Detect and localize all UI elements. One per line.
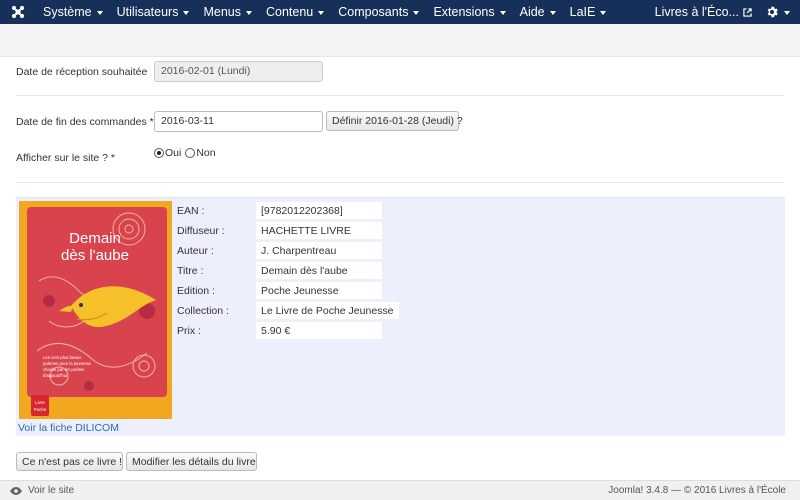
show-on-site-radio-group: Oui Non [154, 147, 216, 159]
caret-down-icon [318, 10, 325, 15]
radio-no-label: Non [196, 147, 216, 159]
menu-extensions[interactable]: Extensions [426, 0, 512, 24]
reception-date-label: Date de réception souhaitée [16, 66, 148, 78]
book-cover-image: Demain dès l'aube Les cent plus beaux po… [19, 201, 172, 419]
caret-down-icon [413, 10, 420, 15]
cover-title-line1: Demain [69, 230, 121, 247]
menu-menus[interactable]: Menus [196, 0, 259, 24]
joomla-logo-icon[interactable] [0, 0, 36, 24]
divider [16, 182, 784, 183]
caret-down-icon [246, 10, 252, 15]
info-row-ean: EAN : [9782012202368] [177, 202, 382, 219]
info-row-collection: Collection : Le Livre de Poche Jeunesse [177, 302, 399, 319]
eye-icon [10, 486, 22, 495]
caret-down-icon [183, 10, 190, 15]
main-menu: Système Utilisateurs Menus Contenu Compo… [36, 0, 613, 24]
menu-laie[interactable]: LaIE [563, 0, 614, 24]
site-link[interactable]: Livres à l'Éco... [649, 5, 758, 19]
end-date-input[interactable]: 2016-03-11 [154, 111, 323, 132]
info-row-edition: Edition : Poche Jeunesse [177, 282, 382, 299]
subheader-bar [0, 24, 800, 57]
caret-down-icon [600, 10, 607, 15]
settings-menu[interactable] [758, 6, 800, 18]
cover-blurb-1: Les cent plus beaux [43, 355, 82, 360]
not-this-book-button[interactable]: Ce n'est pas ce livre ! [16, 452, 123, 471]
menu-utilisateurs[interactable]: Utilisateurs [110, 0, 197, 24]
status-footer: Voir le site Joomla! 3.4.8 — © 2016 Livr… [0, 480, 800, 500]
caret-down-icon [96, 10, 103, 15]
top-navbar: Système Utilisateurs Menus Contenu Compo… [0, 0, 800, 24]
navbar-right: Livres à l'Éco... [649, 0, 800, 24]
end-date-label: Date de fin des commandes * [16, 116, 154, 128]
info-row-diffuseur: Diffuseur : HACHETTE LIVRE [177, 222, 382, 239]
view-site-link[interactable]: Voir le site [0, 485, 74, 496]
reception-date-field: 2016-02-01 (Lundi) [154, 61, 323, 82]
radio-yes-label: Oui [165, 147, 182, 159]
cover-blurb-3: choisis par les poètes [43, 367, 84, 372]
footer-credits: Joomla! 3.4.8 — © 2016 Livres à l'École [608, 485, 786, 496]
info-row-auteur: Auteur : J. Charpentreau [177, 242, 382, 259]
menu-composants[interactable]: Composants [331, 0, 426, 24]
cover-logo-line1: Livre [35, 400, 45, 405]
set-date-button[interactable]: Définir 2016-01-28 (Jeudi) ? [326, 111, 463, 131]
cover-blurb-4: d'aujourd'hui [43, 373, 67, 378]
gear-icon [766, 6, 778, 18]
menu-systeme[interactable]: Système [36, 0, 110, 24]
info-row-prix: Prix : 5.90 € [177, 322, 382, 339]
cover-title-line2: dès l'aube [61, 247, 129, 264]
cover-logo-line2: Poche [34, 407, 47, 412]
show-on-site-label: Afficher sur le site ? * [16, 152, 116, 164]
info-row-titre: Titre : Demain dès l'aube [177, 262, 382, 279]
menu-contenu[interactable]: Contenu [259, 0, 331, 24]
menu-aide[interactable]: Aide [513, 0, 563, 24]
caret-down-icon [549, 10, 556, 15]
book-details-panel: Demain dès l'aube Les cent plus beaux po… [16, 197, 785, 436]
radio-no[interactable] [185, 148, 196, 158]
external-link-icon [743, 7, 752, 17]
edit-book-details-button[interactable]: Modifier les détails du livre [126, 452, 257, 471]
caret-down-icon [499, 10, 506, 15]
cover-blurb-2: poèmes pour la jeunesse [43, 361, 92, 366]
dilicom-link[interactable]: Voir la fiche DILICOM [18, 422, 119, 434]
divider [16, 95, 784, 96]
caret-down-icon [784, 10, 790, 15]
radio-yes[interactable] [154, 148, 164, 158]
